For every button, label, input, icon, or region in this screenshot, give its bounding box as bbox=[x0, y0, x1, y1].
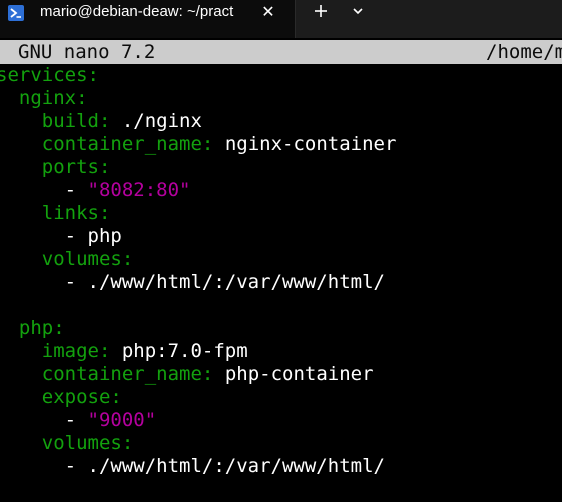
yaml-colon: : bbox=[121, 248, 134, 270]
editor-line: - "8082:80" bbox=[0, 179, 191, 202]
yaml-colon: : bbox=[53, 317, 65, 339]
yaml-colon: : bbox=[98, 202, 111, 224]
tab-terminal[interactable]: mario@debian-deaw: ~/pract ✕ bbox=[0, 0, 296, 38]
yaml-colon: : bbox=[121, 432, 134, 454]
editor-line: volumes: bbox=[0, 432, 134, 455]
tab-dropdown-button[interactable] bbox=[344, 0, 372, 24]
editor-line: image: php:7.0-fpm bbox=[0, 340, 248, 363]
yaml-colon: : bbox=[76, 87, 88, 109]
tab-title: mario@debian-deaw: ~/pract bbox=[40, 3, 234, 20]
yaml-colon: : bbox=[201, 363, 214, 385]
yaml-colon: : bbox=[201, 133, 214, 155]
list-dash: - bbox=[64, 225, 88, 247]
editor-line: container_name: nginx-container bbox=[0, 133, 397, 156]
yaml-value: ./www/html/:/var/www/html/ bbox=[87, 455, 385, 477]
chevron-down-icon bbox=[353, 8, 363, 15]
yaml-value: php bbox=[87, 225, 122, 247]
tab-bar: mario@debian-deaw: ~/pract ✕ bbox=[0, 0, 562, 38]
editor-line: - "9000" bbox=[0, 409, 157, 432]
yaml-value: php:7.0-fpm bbox=[110, 340, 248, 362]
editor-line: links: bbox=[0, 202, 111, 225]
yaml-colon: : bbox=[98, 110, 111, 132]
yaml-value: "8082:80" bbox=[87, 179, 191, 201]
yaml-value: php-container bbox=[213, 363, 374, 385]
file-path: /home/m bbox=[486, 41, 562, 63]
yaml-colon: : bbox=[87, 64, 99, 86]
yaml-key: services bbox=[0, 64, 88, 86]
editor-text-area[interactable]: services: nginx: build: ./nginx containe… bbox=[0, 64, 562, 502]
yaml-colon: : bbox=[98, 340, 111, 362]
close-tab-button[interactable]: ✕ bbox=[258, 2, 278, 22]
yaml-colon: : bbox=[98, 156, 111, 178]
editor-line: - ./www/html/:/var/www/html/ bbox=[0, 455, 385, 478]
yaml-value: ./nginx bbox=[110, 110, 202, 132]
editor-line: container_name: php-container bbox=[0, 363, 374, 386]
yaml-key: image bbox=[41, 340, 99, 362]
list-dash: - bbox=[64, 271, 88, 293]
yaml-key: volumes bbox=[41, 432, 122, 454]
list-dash: - bbox=[64, 409, 88, 431]
editor-line: - ./www/html/:/var/www/html/ bbox=[0, 271, 385, 294]
yaml-value: "9000" bbox=[87, 409, 157, 431]
editor-line: expose: bbox=[0, 386, 122, 409]
nano-version: GNU nano 7.2 bbox=[18, 41, 156, 63]
yaml-key: build bbox=[41, 110, 99, 132]
editor-line: ports: bbox=[0, 156, 111, 179]
yaml-value: ./www/html/:/var/www/html/ bbox=[87, 271, 385, 293]
editor-line: volumes: bbox=[0, 248, 134, 271]
nano-header-bar: GNU nano 7.2 /home/m bbox=[0, 40, 562, 64]
yaml-key: ports bbox=[41, 156, 99, 178]
editor-line: php: bbox=[0, 317, 65, 340]
list-dash: - bbox=[64, 179, 88, 201]
editor-line: - php bbox=[0, 225, 122, 248]
editor-line: nginx: bbox=[0, 87, 88, 110]
yaml-key: volumes bbox=[41, 248, 122, 270]
yaml-key: container_name bbox=[41, 133, 202, 155]
list-dash: - bbox=[64, 455, 88, 477]
powershell-icon bbox=[8, 5, 24, 21]
yaml-key: nginx bbox=[18, 87, 77, 109]
plus-icon bbox=[315, 5, 327, 17]
yaml-colon: : bbox=[110, 386, 122, 408]
yaml-key: php bbox=[18, 317, 54, 339]
editor-line: build: ./nginx bbox=[0, 110, 202, 133]
yaml-key: expose bbox=[41, 386, 111, 408]
yaml-key: links bbox=[41, 202, 99, 224]
new-tab-button[interactable] bbox=[306, 0, 338, 24]
yaml-key: container_name bbox=[41, 363, 202, 385]
yaml-value: nginx-container bbox=[213, 133, 397, 155]
terminal-window: mario@debian-deaw: ~/pract ✕ GNU nano 7.… bbox=[0, 0, 562, 502]
editor-line: services: bbox=[0, 64, 99, 87]
